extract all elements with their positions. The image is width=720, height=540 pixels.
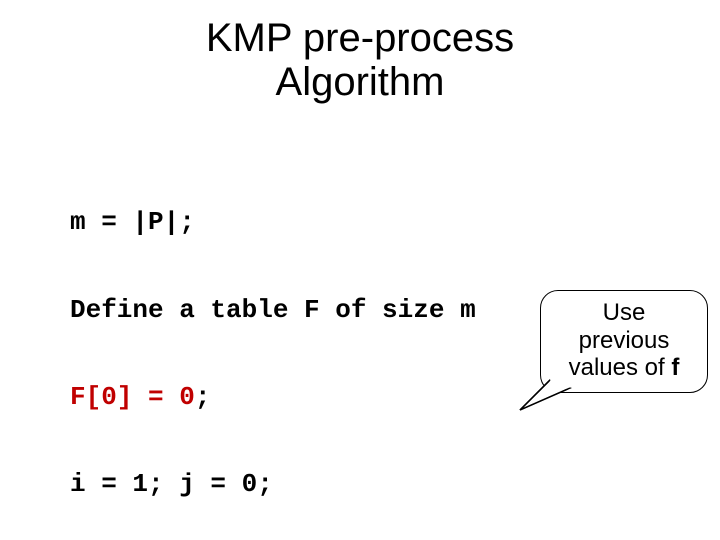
code-line-4: i = 1; j = 0; bbox=[70, 470, 476, 499]
callout-line-3a: values of bbox=[569, 354, 672, 381]
callout-bubble: Use previous values of f bbox=[540, 290, 708, 393]
code-line-3: F[0] = 0; bbox=[70, 383, 476, 412]
slide-title: KMP pre-process Algorithm bbox=[0, 16, 720, 104]
callout-line-1: Use bbox=[603, 299, 646, 326]
slide: KMP pre-process Algorithm m = |P|; Defin… bbox=[0, 0, 720, 540]
code-line-1: m = |P|; bbox=[70, 208, 476, 237]
code-line-2: Define a table F of size m bbox=[70, 296, 476, 325]
callout-line-3b: f bbox=[671, 354, 679, 381]
code-block: m = |P|; Define a table F of size m F[0]… bbox=[70, 150, 476, 540]
callout-line-2: previous bbox=[579, 327, 670, 354]
